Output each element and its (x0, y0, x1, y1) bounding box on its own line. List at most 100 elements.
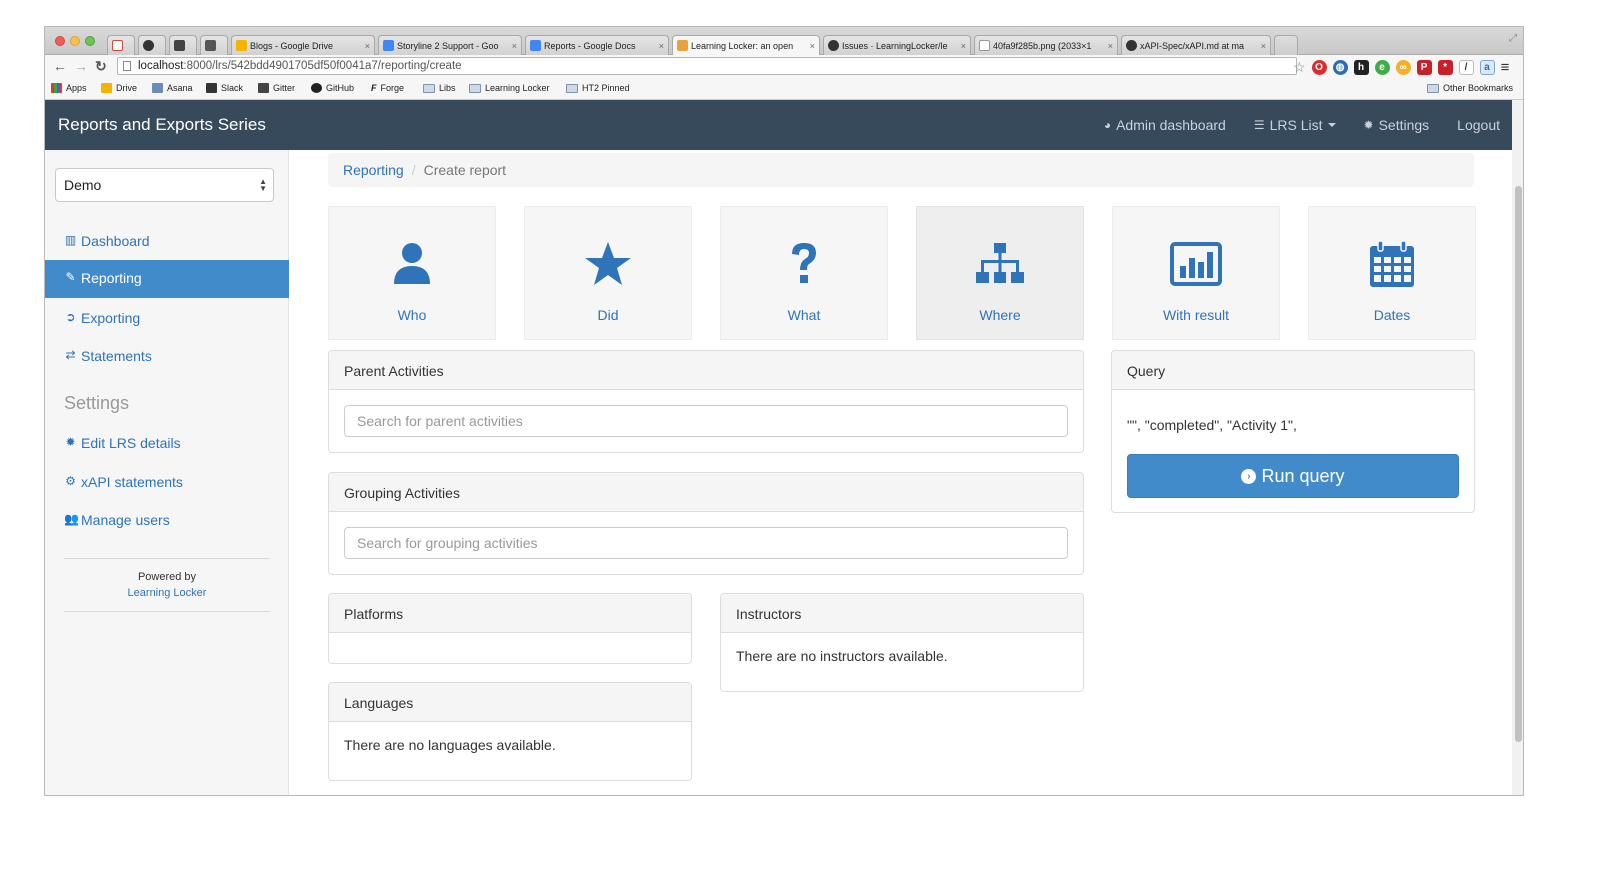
tile-what[interactable]: What (720, 206, 888, 340)
forward-arrow-icon[interactable]: → (74, 58, 88, 74)
settings-link[interactable]: ✹ Settings (1364, 117, 1430, 133)
evernote-icon[interactable]: e (1374, 60, 1390, 75)
sidebar-item-edit-lrs[interactable]: ✹ Edit LRS details (45, 425, 289, 463)
learning-locker-link[interactable]: Learning Locker (64, 585, 270, 601)
tab-close-icon[interactable]: × (810, 41, 815, 51)
bookmark-libs[interactable]: Libs (423, 83, 456, 93)
tab-image[interactable]: 40fa9f285b.png (2033×1 × (974, 35, 1118, 55)
bookmark-apps[interactable]: Apps (51, 83, 87, 93)
bookmark-drive[interactable]: Drive (101, 83, 137, 93)
bookmark-forge[interactable]: F Forge (371, 83, 404, 93)
lrs-list-dropdown[interactable]: ☰ LRS List (1254, 117, 1336, 133)
tile-where[interactable]: Where (916, 206, 1084, 340)
tile-with-result[interactable]: With result (1112, 206, 1280, 340)
tab-learning-locker[interactable]: Learning Locker: an open × (672, 35, 820, 55)
close-window-button[interactable] (55, 36, 65, 46)
file-icon (979, 40, 990, 51)
tab-blogs[interactable]: Blogs - Google Drive × (231, 35, 375, 55)
tile-dates[interactable]: Dates (1308, 206, 1476, 340)
extension-box-icon[interactable]: a (1479, 60, 1495, 75)
apps-grid-icon (51, 83, 62, 93)
panel-body (329, 512, 1083, 574)
sidebar-item-statements[interactable]: ⇄ Statements (45, 338, 289, 376)
sidebar-item-exporting[interactable]: ➲ Exporting (45, 300, 289, 338)
opera-icon[interactable]: O (1311, 60, 1327, 75)
top-nav-links: ◕ Admin dashboard ☰ LRS List ✹ Settings Log… (1076, 117, 1500, 133)
bookmark-other[interactable]: Other Bookmarks (1427, 83, 1513, 93)
lrs-select[interactable]: Demo ▲ ▼ (55, 168, 274, 202)
bookmark-learning-locker[interactable]: Learning Locker (469, 83, 550, 93)
red-extension-icon[interactable]: P (1416, 60, 1432, 75)
minimize-window-button[interactable] (70, 36, 80, 46)
tab-github[interactable] (138, 35, 166, 55)
tab-close-icon[interactable]: × (659, 41, 664, 51)
tab-close-icon[interactable]: × (365, 41, 370, 51)
eyedropper-icon[interactable]: / (1458, 60, 1474, 75)
tab-gmail[interactable] (107, 35, 135, 55)
parent-activities-search-input[interactable] (344, 405, 1068, 437)
tab-gitter[interactable] (200, 35, 228, 55)
tab-reports[interactable]: Reports - Google Docs × (525, 35, 669, 55)
tab-close-icon[interactable]: × (1261, 41, 1266, 51)
panel-title: Parent Activities (329, 351, 1083, 390)
tab-issues[interactable]: Issues · LearningLocker/le × (823, 35, 971, 55)
breadcrumb-reporting-link[interactable]: Reporting (343, 162, 404, 178)
tab-storyline[interactable]: Storyline 2 Support - Goo × (378, 35, 522, 55)
bookmark-label: Apps (66, 83, 87, 93)
tile-label: Dates (1373, 307, 1411, 323)
brand-title[interactable]: Reports and Exports Series (58, 115, 266, 135)
logout-link[interactable]: Logout (1457, 117, 1500, 133)
panel-title: Grouping Activities (329, 473, 1083, 512)
lastpass-icon[interactable]: * (1437, 60, 1453, 75)
bookmark-ht2-pinned[interactable]: HT2 Pinned (566, 83, 630, 93)
tab-close-icon[interactable]: × (512, 41, 517, 51)
lrs-list-label: LRS List (1269, 117, 1323, 133)
url-path: :8000/lrs/542bdd4901705df50f0041a7/repor… (183, 60, 462, 72)
bookmark-github[interactable]: GitHub (311, 83, 354, 93)
globe-icon[interactable]: ◍ (1332, 60, 1348, 75)
tab-slack[interactable] (169, 35, 197, 55)
tab-xapi-spec[interactable]: xAPI-Spec/xAPI.md at ma × (1121, 35, 1271, 55)
scrollbar-thumb[interactable] (1515, 186, 1522, 742)
h-icon[interactable]: h (1353, 60, 1369, 75)
calendar-icon (1369, 240, 1415, 288)
admin-dashboard-link[interactable]: ◕ Admin dashboard (1104, 117, 1226, 133)
browser-toolbar: ← → ↻ localhost:8000/lrs/542bdd4901705df… (45, 55, 1523, 78)
sidebar-item-manage-users[interactable]: 👥 Manage users (45, 502, 289, 540)
run-query-button[interactable]: › Run query (1127, 454, 1459, 498)
sidebar-item-xapi-statements[interactable]: ⚙ xAPI statements (45, 464, 289, 502)
tab-close-icon[interactable]: × (1108, 41, 1113, 51)
folder-icon (566, 83, 578, 93)
tile-did[interactable]: Did (524, 206, 692, 340)
bookmark-slack[interactable]: Slack (206, 83, 243, 93)
reload-icon[interactable]: ↻ (95, 58, 107, 74)
bookmark-label: Drive (116, 83, 138, 93)
menu-icon[interactable]: ≡ (1501, 59, 1510, 76)
bookmark-label: Asana (167, 83, 193, 93)
breadcrumb-separator: / (411, 162, 416, 178)
grouping-activities-search-input[interactable] (344, 527, 1068, 559)
fullscreen-icon[interactable]: ⤢ (1509, 33, 1517, 44)
tile-who[interactable]: Who (328, 206, 496, 340)
bookmark-gitter[interactable]: Gitter (258, 83, 295, 93)
admin-dashboard-label: Admin dashboard (1116, 117, 1226, 133)
honey-icon[interactable]: ∞ (1395, 60, 1411, 75)
page-scrollbar[interactable] (1512, 100, 1523, 795)
zoom-window-button[interactable] (85, 36, 95, 46)
gitter-icon (205, 40, 216, 51)
grouping-activities-panel: Grouping Activities (328, 472, 1084, 575)
chevron-circle-right-icon: › (1241, 468, 1257, 484)
address-bar[interactable]: localhost:8000/lrs/542bdd4901705df50f004… (117, 57, 1297, 75)
new-tab-button[interactable] (1274, 35, 1298, 55)
breadcrumb-current: Create report (423, 162, 507, 178)
star-bookmark-icon[interactable]: ☆ (1293, 59, 1306, 76)
bookmark-label: Other Bookmarks (1443, 83, 1514, 93)
sidebar-item-reporting[interactable]: ✎ Reporting (45, 260, 289, 298)
bookmark-asana[interactable]: Asana (152, 83, 193, 93)
bookmark-label: Learning Locker (485, 83, 550, 93)
slack-icon (206, 83, 217, 93)
back-arrow-icon[interactable]: ← (53, 58, 67, 74)
tab-close-icon[interactable]: × (961, 41, 966, 51)
breadcrumb: Reporting / Create report (328, 153, 1474, 187)
sidebar-item-dashboard[interactable]: ▥ Dashboard (45, 223, 289, 261)
